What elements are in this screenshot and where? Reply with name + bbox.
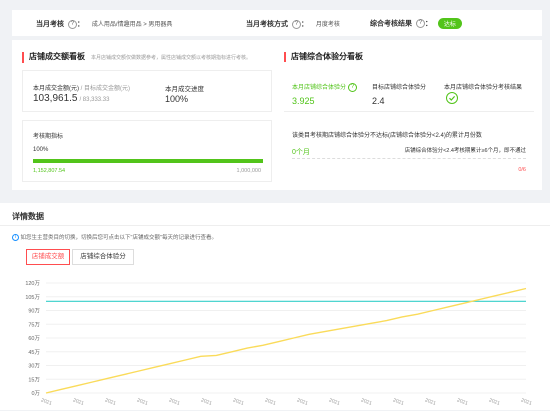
assess-method: 当月考核方式 ?： 月度考核 [246, 19, 340, 29]
left-panel-subtitle: 本月店铺成交额仅做数据参考，属性店铺成交额以考核期指标进行考核。 [91, 55, 252, 61]
turnover-values: 103,961.5 / 83,333.33 [33, 93, 109, 104]
turnover-labels: 本月成交金额(元) / 目标成交金额(元) [33, 83, 130, 92]
period-percent: 100% [33, 147, 49, 153]
turnover-value: 103,961.5 [33, 93, 78, 104]
colon: ： [424, 20, 432, 28]
tab-turnover[interactable]: 店铺成交额 [26, 249, 70, 265]
period-progress-bar [33, 159, 263, 163]
detail-divider [0, 225, 550, 226]
series-line [45, 287, 527, 394]
score-label-text: 本月店铺综合体验分 [292, 85, 347, 91]
period-title: 考核期指标 [33, 134, 64, 140]
score-result-label: 本月店铺综合体验分考核结果 [444, 85, 523, 91]
month-assess-label: 当月考核 [36, 21, 64, 28]
turnover-line-chart: 120万105万90万75万60万45万30万15万0万2021 2021 2021… [25, 280, 533, 407]
x-tick-label: 2021 [520, 397, 533, 407]
tab-experience-score[interactable]: 店铺综合体验分 [72, 249, 134, 265]
turnover-box: 本月成交金额(元) / 目标成交金额(元) 103,961.5 / 83,333… [22, 70, 272, 112]
y-tick-label: 60万 [28, 335, 40, 342]
header-card: 当月考核 ?： 成人用品/情趣用品 > 男用器具 当月考核方式 ?： 月度考核 … [12, 10, 542, 36]
result-label: 综合考核结果 [370, 20, 412, 28]
months-title: 该类目考核期店铺综合体验分不达标(店铺综合体验分<2.4)的累计月份数 [292, 133, 482, 139]
y-tick-label: 15万 [28, 376, 40, 383]
detail-card: 详情数据 i 如您生主营类目的切换，切换后您可点击以下"店铺成交额"每天的记录进… [0, 203, 550, 410]
right-panel-title: 店铺综合体验分看板 [284, 52, 363, 62]
dashboards-card: 店铺成交额看板 本月店铺成交额仅做数据参考，属性店铺成交额以考核期指标进行考核。 … [12, 40, 542, 190]
help-icon[interactable]: ? [415, 19, 425, 28]
score-value: 3.925 [292, 96, 315, 106]
x-tick-label: 2021 [456, 397, 469, 407]
detail-info-text: 如您生主营类目的切换，切换后您可点击以下"店铺成交额"每天的记录进行查看。 [20, 235, 217, 241]
y-tick-label: 0万 [31, 390, 40, 397]
method-value: 月度考核 [315, 22, 340, 28]
months-divider [292, 158, 526, 159]
x-tick-label: 2021 [264, 397, 277, 407]
months-box: 该类目考核期店铺综合体验分不达标(店铺综合体验分<2.4)的累计月份数 0个月 … [284, 120, 534, 182]
target-score-value: 2.4 [372, 96, 385, 106]
months-note: 店铺综合体验分<2.4考核期累计≥6个月，即不通过 [404, 148, 526, 154]
detail-info: i 如您生主营类目的切换，切换后您可点击以下"店铺成交额"每天的记录进行查看。 [12, 233, 217, 242]
x-tick-label: 2021 [424, 397, 437, 407]
target-turnover-value: / 83,333.33 [79, 97, 110, 103]
y-tick-label: 120万 [25, 280, 40, 287]
months-value: 0个月 [292, 149, 310, 156]
target-score-label: 目标店铺综合体验分 [372, 85, 427, 91]
x-tick-label: 2021 [72, 397, 85, 407]
info-icon: i [12, 234, 19, 242]
left-panel-title: 店铺成交额看板 本月店铺成交额仅做数据参考，属性店铺成交额以考核期指标进行考核。 [22, 52, 251, 63]
x-tick-label: 2021 [168, 397, 181, 407]
y-tick-label: 90万 [28, 308, 40, 315]
x-tick-label: 2021 [104, 397, 117, 407]
x-tick-label: 2021 [232, 397, 245, 407]
score-box: 本月店铺综合体验分? 3.925 目标店铺综合体验分 2.4 本月店铺综合体验分… [284, 70, 534, 112]
period-progress-fill [33, 159, 263, 163]
x-tick-label: 2021 [328, 397, 341, 407]
period-box: 考核期指标 100% 1,152,807.54 1,000,000 [22, 120, 272, 182]
month-assess: 当月考核 ?： 成人用品/情趣用品 > 男用器具 [36, 19, 172, 29]
y-tick-label: 105万 [25, 294, 40, 301]
left-panel-title-text: 店铺成交额看板 [29, 52, 85, 61]
period-current: 1,152,807.54 [33, 168, 66, 174]
x-tick-label: 2021 [360, 397, 373, 407]
score-label: 本月店铺综合体验分? [292, 82, 358, 92]
result-badge: 达标 [437, 18, 462, 29]
x-tick-label: 2021 [136, 397, 149, 407]
target-turnover-label: / 目标成交金额(元) [80, 86, 131, 92]
assess-result: 综合考核结果 ?： 达标 [370, 18, 462, 29]
colon: ： [300, 21, 308, 28]
period-target: 1,000,000 [236, 168, 261, 174]
y-tick-label: 75万 [28, 321, 40, 328]
colon: ： [76, 21, 84, 28]
method-label: 当月考核方式 [246, 21, 288, 28]
y-tick-label: 45万 [28, 349, 40, 356]
x-tick-label: 2021 [40, 397, 53, 407]
x-tick-label: 2021 [392, 397, 405, 407]
x-tick-label: 2021 [296, 397, 309, 407]
check-circle-icon [446, 92, 458, 104]
detail-title: 详情数据 [12, 212, 44, 221]
turnover-label: 本月成交金额(元) [33, 86, 79, 92]
months-fraction: 0/6 [518, 167, 526, 173]
help-icon[interactable]: ? [291, 19, 301, 29]
help-icon[interactable]: ? [67, 19, 77, 29]
x-tick-label: 2021 [200, 397, 213, 407]
month-assess-value: 成人用品/情趣用品 > 男用器具 [91, 22, 173, 28]
y-tick-label: 30万 [28, 363, 40, 370]
help-icon[interactable]: ? [348, 82, 358, 92]
right-panel-title-text: 店铺综合体验分看板 [291, 52, 363, 61]
progress-label: 本月成交进度 [165, 86, 204, 93]
progress-value: 100% [165, 94, 189, 104]
x-tick-label: 2021 [488, 397, 501, 407]
